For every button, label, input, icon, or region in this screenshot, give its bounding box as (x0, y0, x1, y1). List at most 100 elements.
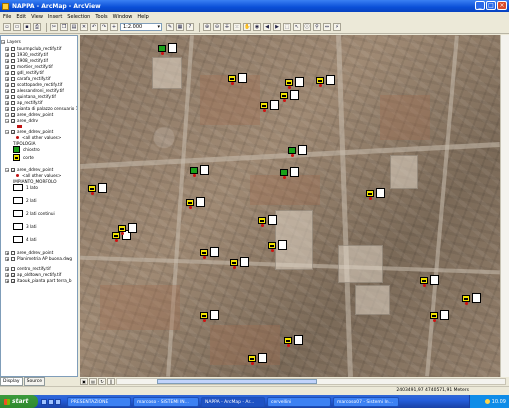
cortile-point-marker[interactable] (280, 90, 300, 102)
expand-icon[interactable]: + (5, 70, 9, 75)
cut-icon[interactable]: ✂ (50, 23, 58, 31)
layer-visibility-checkbox[interactable] (11, 58, 15, 63)
cortile-point-marker[interactable] (258, 215, 278, 227)
cortile-point-marker[interactable] (200, 247, 220, 259)
map-vertical-scrollbar[interactable] (500, 35, 509, 377)
toc-layer-item[interactable]: 3 lati (13, 223, 37, 230)
cortile-point-marker[interactable] (366, 188, 386, 200)
expand-icon[interactable]: + (5, 272, 9, 277)
cortile-point-marker[interactable] (186, 197, 206, 209)
layer-visibility-checkbox[interactable]: ✓ (11, 118, 15, 123)
expand-icon[interactable]: + (5, 82, 9, 87)
layer-visibility-checkbox[interactable] (11, 256, 15, 261)
menu-selection[interactable]: Selection (67, 14, 90, 20)
expand-icon[interactable]: + (5, 106, 9, 111)
zoom-out-icon[interactable]: ⊖ (213, 23, 221, 31)
layout-view-button[interactable]: ▤ (89, 378, 97, 385)
cortile-point-marker[interactable] (430, 310, 450, 322)
refresh-view-button[interactable]: ↻ (98, 378, 106, 385)
tray-icon[interactable] (484, 399, 490, 404)
browser-icon[interactable] (41, 398, 47, 405)
pause-drawing-button[interactable]: ‖ (107, 378, 115, 385)
full-extent-icon[interactable]: ◉ (253, 23, 261, 31)
help-icon[interactable]: ? (186, 23, 194, 31)
layer-visibility-checkbox[interactable] (11, 100, 15, 105)
chiostro-point-marker[interactable] (190, 165, 210, 177)
pan-icon[interactable]: ✋ (243, 23, 251, 31)
arctoolbox-icon[interactable]: ▦ (176, 23, 184, 31)
select-features-icon[interactable]: ⬚ (283, 23, 291, 31)
delete-icon[interactable]: ✕ (80, 23, 88, 31)
cortile-point-marker[interactable] (285, 77, 305, 89)
cortile-point-marker[interactable] (316, 75, 336, 87)
taskbar-button[interactable]: NAPPA - ArcMap - Ar... (201, 396, 265, 407)
undo-icon[interactable]: ↶ (90, 23, 98, 31)
cortile-point-marker[interactable] (284, 335, 304, 347)
expand-icon[interactable]: + (5, 58, 9, 63)
cortile-point-marker[interactable] (260, 100, 280, 112)
taskbar-button[interactable]: PRESENTAZIONE (67, 396, 131, 407)
expand-icon[interactable]: + (5, 250, 9, 255)
select-elements-icon[interactable]: ↖ (293, 23, 301, 31)
expand-icon[interactable]: − (5, 112, 9, 117)
identify-icon[interactable]: ⓘ (303, 23, 311, 31)
chiostro-point-marker[interactable] (280, 167, 300, 179)
toc-layer-item[interactable]: + Planimetria AP buona.dwg (5, 255, 72, 262)
maximize-button[interactable]: □ (486, 1, 496, 10)
cortile-point-marker[interactable] (420, 275, 440, 287)
taskbar-button[interactable]: cervellini (267, 396, 331, 407)
map-display[interactable] (80, 35, 500, 377)
toc-layer-item[interactable]: + ✓ itaouk_pianta part terra_b (5, 277, 72, 284)
layer-visibility-checkbox[interactable]: ✓ (11, 278, 15, 283)
expand-icon[interactable]: + (5, 266, 9, 271)
layer-visibility-checkbox[interactable] (11, 76, 15, 81)
collapse-icon[interactable]: − (1, 39, 5, 44)
menu-insert[interactable]: Insert (48, 14, 62, 20)
expand-icon[interactable]: + (5, 46, 9, 51)
expand-icon[interactable]: + (5, 94, 9, 99)
cortile-point-marker[interactable] (200, 310, 220, 322)
toc-layer-item[interactable]: corte (13, 154, 34, 161)
paste-icon[interactable]: ▤ (70, 23, 78, 31)
find-icon[interactable]: ⚲ (313, 23, 321, 31)
minimize-button[interactable]: _ (475, 1, 485, 10)
tab-source[interactable]: Source (23, 377, 46, 386)
hyperlink-icon[interactable]: ⚡ (333, 23, 341, 31)
layer-visibility-checkbox[interactable] (11, 64, 15, 69)
layer-visibility-checkbox[interactable] (11, 52, 15, 57)
layer-visibility-checkbox[interactable] (11, 82, 15, 87)
expand-icon[interactable]: + (5, 88, 9, 93)
toc-layer-item[interactable]: 2 lati (13, 197, 37, 204)
expand-icon[interactable]: + (5, 256, 9, 261)
map-horizontal-scrollbar[interactable] (116, 378, 506, 385)
cortile-point-marker[interactable] (230, 257, 250, 269)
cortile-point-marker[interactable] (118, 223, 138, 235)
start-button[interactable]: start (0, 395, 38, 408)
chiostro-point-marker[interactable] (158, 43, 178, 55)
layer-visibility-checkbox[interactable] (11, 266, 15, 271)
menu-edit[interactable]: Edit (16, 14, 26, 20)
layer-visibility-checkbox[interactable] (11, 106, 15, 111)
expand-icon[interactable]: − (5, 129, 9, 134)
scrollbar-thumb[interactable] (157, 379, 317, 384)
layer-visibility-checkbox[interactable]: ✓ (11, 112, 15, 117)
fixed-zoom-out-icon[interactable]: ⁙ (233, 23, 241, 31)
expand-icon[interactable]: + (5, 100, 9, 105)
tab-display[interactable]: Display (0, 377, 23, 386)
zoom-in-icon[interactable]: ⊕ (203, 23, 211, 31)
cortile-point-marker[interactable] (268, 240, 288, 252)
taskbar-button[interactable]: marcoso07 - Sistemi In... (333, 396, 399, 407)
redo-icon[interactable]: ↷ (100, 23, 108, 31)
data-view-button[interactable]: ▣ (80, 378, 88, 385)
layer-visibility-checkbox[interactable]: ✓ (11, 167, 15, 172)
toc-layer-item[interactable]: chiostro (13, 146, 40, 153)
cortile-point-marker[interactable] (462, 293, 482, 305)
show-desktop-icon[interactable] (48, 398, 54, 405)
layer-visibility-checkbox[interactable]: ✓ (11, 129, 15, 134)
layer-visibility-checkbox[interactable] (11, 70, 15, 75)
expand-icon[interactable]: + (5, 52, 9, 57)
fixed-zoom-in-icon[interactable]: ⁜ (223, 23, 231, 31)
expand-icon[interactable]: − (5, 118, 9, 123)
print-icon[interactable]: ⎙ (33, 23, 41, 31)
menu-file[interactable]: File (3, 14, 11, 20)
